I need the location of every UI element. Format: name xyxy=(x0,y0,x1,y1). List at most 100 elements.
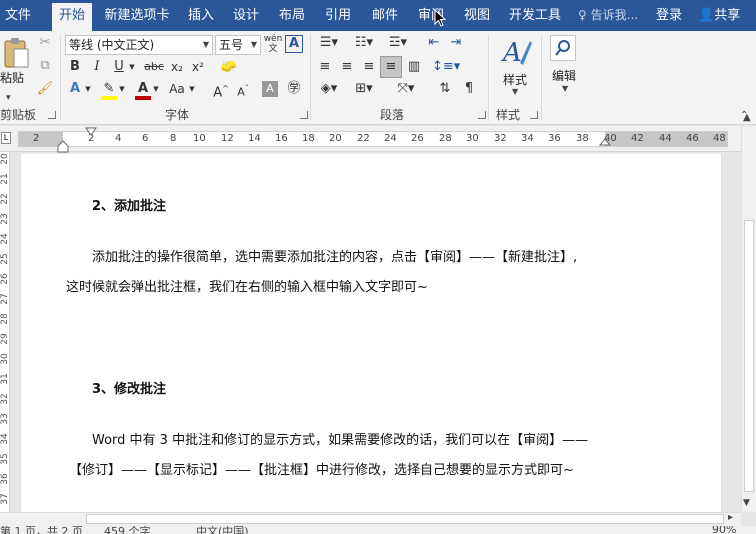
tab-stop-selector-icon[interactable]: L xyxy=(1,132,11,144)
bold-button[interactable]: B xyxy=(66,57,84,77)
right-indent-marker[interactable] xyxy=(599,138,611,148)
increase-indent-icon[interactable]: ⇥ xyxy=(446,33,466,53)
tab-insert[interactable]: 插入 xyxy=(183,0,219,31)
tab-view[interactable]: 视图 xyxy=(459,0,495,31)
editing-button-label[interactable]: 编辑 xyxy=(552,67,576,84)
horizontal-ruler[interactable]: L 2 2 4 6 8 10 12 14 16 18 20 22 24 26 2… xyxy=(0,126,741,154)
underline-button[interactable]: U xyxy=(110,57,128,77)
scroll-right-icon[interactable]: ▸ xyxy=(728,512,733,523)
vruler-tick: 37 xyxy=(0,493,10,505)
chevron-down-icon: ▼ xyxy=(202,40,209,49)
tab-file[interactable]: 文件 xyxy=(0,0,36,31)
tab-home[interactable]: 开始 xyxy=(52,3,92,31)
font-family-select[interactable]: 等线 (中文正文) ▼ xyxy=(65,35,213,55)
align-center-icon[interactable]: ≡ xyxy=(337,57,357,77)
share-button[interactable]: 👤共享 xyxy=(698,0,740,31)
zoom-level[interactable]: 90% xyxy=(712,526,736,534)
bullets-button[interactable]: ☰▾ xyxy=(315,33,343,53)
language-status[interactable]: 中文(中国) xyxy=(196,526,249,534)
first-line-indent-marker[interactable] xyxy=(85,127,97,137)
vruler-tick: 25 xyxy=(0,253,10,265)
ruler-tick: 28 xyxy=(439,133,452,144)
borders-button[interactable]: ⊞▾ xyxy=(350,79,378,99)
font-launcher-icon[interactable] xyxy=(300,111,308,119)
clear-formatting-icon[interactable]: 🧽 xyxy=(219,57,239,77)
format-painter-icon[interactable]: 🖌 xyxy=(36,79,54,99)
text-effects-button[interactable]: A xyxy=(66,79,84,99)
tab-developer[interactable]: 开发工具 xyxy=(505,0,565,31)
shading-button[interactable]: ◈▾ xyxy=(315,79,343,99)
paste-dropdown-icon[interactable]: ▾ xyxy=(6,93,11,103)
scroll-up-icon[interactable]: ▲ xyxy=(743,112,751,123)
tab-layout[interactable]: 布局 xyxy=(274,0,310,31)
vruler-tick: 36 xyxy=(0,473,10,485)
vertical-scroll-thumb[interactable] xyxy=(744,220,754,492)
vruler-tick: 32 xyxy=(0,393,10,405)
hanging-indent-marker[interactable] xyxy=(57,140,69,154)
subscript-button[interactable]: x₂ xyxy=(168,57,186,77)
show-marks-icon[interactable]: ¶ xyxy=(460,79,478,99)
mouse-cursor-icon xyxy=(434,9,446,27)
italic-button[interactable]: I xyxy=(88,57,106,77)
paragraph-launcher-icon[interactable] xyxy=(478,111,486,119)
distributed-icon[interactable]: ▥ xyxy=(404,57,424,77)
tab-references[interactable]: 引用 xyxy=(320,0,356,31)
tab-mailings[interactable]: 邮件 xyxy=(367,0,403,31)
share-label: 共享 xyxy=(714,8,741,23)
highlight-color-button[interactable]: ✎ xyxy=(100,79,118,100)
change-case-dropdown-icon[interactable]: ▼ xyxy=(188,79,196,99)
styles-launcher-icon[interactable] xyxy=(530,111,538,119)
decrease-indent-icon[interactable]: ⇤ xyxy=(424,33,444,53)
font-size-select[interactable]: 五号 ▼ xyxy=(215,35,261,55)
paste-button[interactable] xyxy=(2,37,30,69)
align-left-icon[interactable]: ≡ xyxy=(315,57,335,77)
grow-font-button[interactable]: A^ xyxy=(212,79,230,100)
paragraph-modify-line-2: 【修订】——【显示标记】——【批注框】中进行修改，选择自己想要的显示方式即可~ xyxy=(69,463,574,478)
find-button[interactable] xyxy=(550,35,576,61)
tab-new-tab[interactable]: 新建选项卡 xyxy=(101,0,173,31)
tab-design[interactable]: 设计 xyxy=(228,0,264,31)
styles-dropdown-icon[interactable]: ▼ xyxy=(512,87,518,96)
superscript-button[interactable]: x² xyxy=(189,57,207,77)
paste-label[interactable]: 粘贴 xyxy=(0,69,24,86)
styles-button-label[interactable]: 样式 xyxy=(503,71,527,88)
shrink-font-button[interactable]: Aˇ xyxy=(234,79,252,99)
ruler-tick: 18 xyxy=(302,133,315,144)
multilevel-list-button[interactable]: ☲▾ xyxy=(384,33,412,53)
font-color-dropdown-icon[interactable]: ▼ xyxy=(152,79,160,99)
horizontal-scroll-thumb[interactable] xyxy=(86,514,724,524)
magnifier-icon xyxy=(555,40,570,56)
align-right-icon[interactable]: ≡ xyxy=(359,57,379,77)
character-shading-button[interactable]: A xyxy=(262,81,278,97)
character-border-button[interactable]: A xyxy=(285,35,303,53)
vertical-ruler[interactable]: 20 21 22 23 24 25 26 27 28 29 30 31 32 3… xyxy=(0,152,10,512)
styles-gallery-button[interactable]: A xyxy=(500,35,534,69)
change-case-button[interactable]: Aa xyxy=(166,79,188,99)
document-page[interactable]: 2、添加批注 添加批注的操作很简单，选中需要添加批注的内容，点击【审阅】——【新… xyxy=(20,154,722,512)
text-effects-dropdown-icon[interactable]: ▼ xyxy=(84,79,92,99)
word-count-status[interactable]: 459 个字 xyxy=(104,526,151,534)
justify-icon[interactable]: ≡ xyxy=(380,56,402,78)
strikethrough-button[interactable]: abc xyxy=(142,57,166,77)
chinese-layout-button[interactable]: ⤧▾ xyxy=(392,79,420,99)
ruler-tick: 44 xyxy=(659,133,672,144)
vruler-tick: 21 xyxy=(0,173,10,185)
numbering-button[interactable]: ☷▾ xyxy=(350,33,378,53)
person-icon: 👤 xyxy=(698,8,715,23)
scroll-down-icon[interactable]: ▼ xyxy=(743,498,750,508)
cut-icon[interactable]: ✂ xyxy=(36,33,54,53)
underline-dropdown-icon[interactable]: ▼ xyxy=(128,57,136,77)
phonetic-guide-button[interactable]: wén 文 xyxy=(263,34,283,54)
clipboard-launcher-icon[interactable] xyxy=(48,111,56,119)
line-spacing-button[interactable]: ↕≡▾ xyxy=(432,57,460,77)
font-color-button[interactable]: A xyxy=(134,79,152,100)
editing-dropdown-icon[interactable]: ▼ xyxy=(562,84,568,93)
enclose-characters-icon[interactable]: ㊫ xyxy=(284,79,304,99)
sort-icon[interactable]: ⇅ xyxy=(436,79,454,99)
paragraph-modify-line-1: Word 中有 3 中批注和修订的显示方式，如果需要修改的话，我们可以在【审阅】… xyxy=(92,433,589,448)
page-count-status[interactable]: 第 1 页，共 2 页 xyxy=(0,526,83,534)
login-button[interactable]: 登录 xyxy=(656,0,682,31)
tell-me-box[interactable]: ♀ 告诉我... xyxy=(578,0,638,31)
highlight-dropdown-icon[interactable]: ▼ xyxy=(118,79,126,99)
copy-icon[interactable]: ⧉ xyxy=(36,56,54,76)
